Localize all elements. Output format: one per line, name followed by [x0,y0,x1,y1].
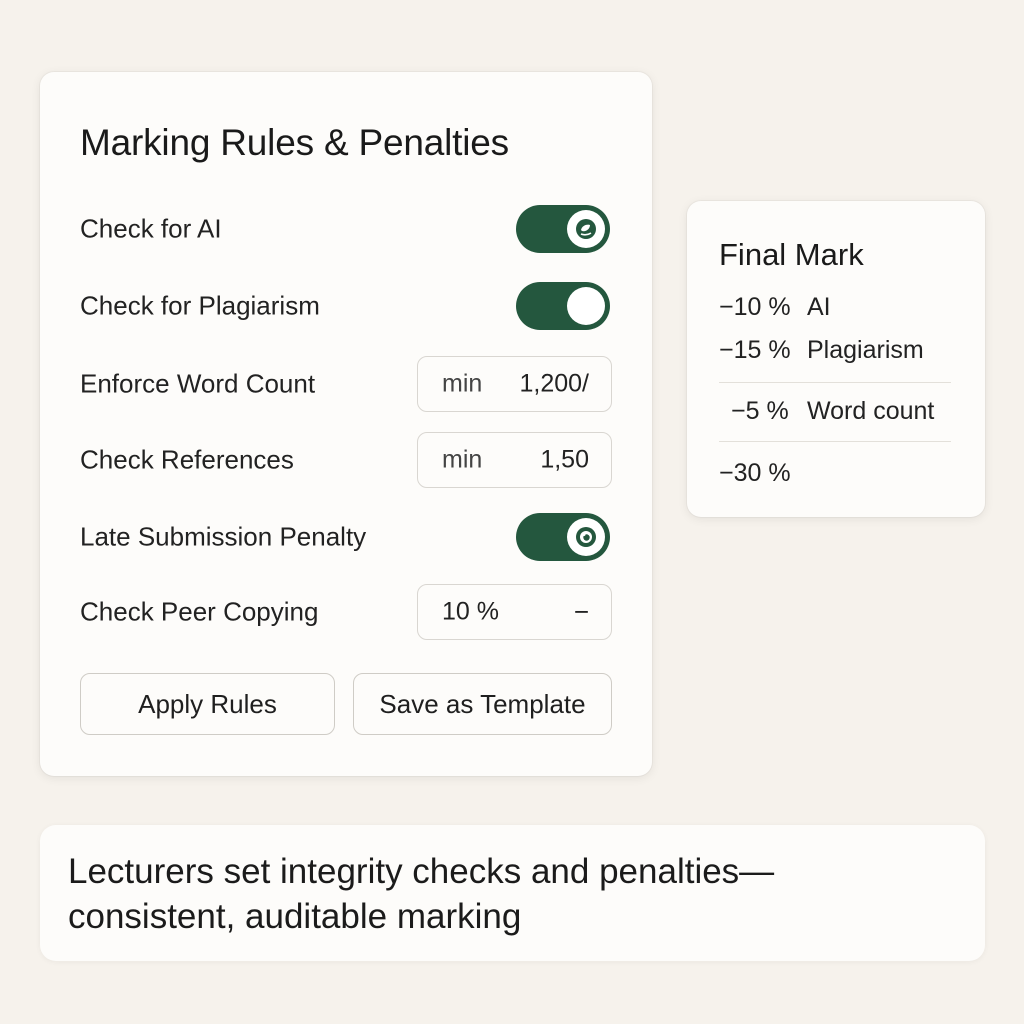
decrement-button[interactable]: − [574,597,589,628]
caption-line: consistent, auditable marking [68,897,522,936]
rule-row-ai: Check for AI [80,199,612,259]
late-penalty-toggle[interactable] [516,513,610,561]
rule-label-references: Check References [80,444,294,475]
penalty-value: −15 % [719,336,791,364]
marking-rules-panel: Marking Rules & Penalties Check for AI C… [40,72,652,776]
caption-banner: Lecturers set integrity checks and penal… [40,825,985,961]
penalty-label: AI [807,293,831,321]
rule-label-word-count: Enforce Word Count [80,368,316,399]
word-count-value: 1,200/ [519,369,589,398]
toggle-knob [567,518,605,556]
toggle-knob [567,210,605,248]
final-mark-panel: Final Mark −10 % AI −15 % Plagiarism −5 … [687,201,985,517]
caption-line: Lecturers set integrity checks and penal… [68,852,775,891]
rule-row-late-submission: Late Submission Penalty [80,507,612,567]
rule-label-plagiarism: Check for Plagiarism [80,290,320,321]
plagiarism-check-toggle[interactable] [516,282,610,330]
eye-icon [576,527,596,547]
penalty-label: Word count [807,397,935,425]
rule-row-plagiarism: Check for Plagiarism [80,276,612,336]
toggle-knob [567,287,605,325]
penalty-value: −10 % [719,293,791,321]
divider [719,441,951,442]
rule-row-peer-copying: Check Peer Copying 10 % − [80,582,612,642]
ai-check-toggle[interactable] [516,205,610,253]
apply-rules-button[interactable]: Apply Rules [80,673,335,735]
peer-copying-stepper[interactable]: 10 % − [417,584,612,640]
peer-copying-value: 10 % [442,597,499,626]
caption-text: Lecturers set integrity checks and penal… [68,849,948,939]
rule-label-late-submission: Late Submission Penalty [80,521,367,552]
rule-label-peer-copying: Check Peer Copying [80,596,319,627]
panel-title: Marking Rules & Penalties [80,122,509,163]
references-value: 1,50 [540,445,589,474]
penalty-label: Plagiarism [807,336,924,364]
divider [719,382,951,383]
penalty-value: −5 % [731,397,789,425]
rule-row-references: Check References min 1,50 [80,430,612,490]
total-value: −30 % [719,459,791,487]
input-prefix: min [442,445,483,474]
rule-row-word-count: Enforce Word Count min 1,200/ [80,354,612,414]
rule-label-ai: Check for AI [80,213,222,244]
save-template-button[interactable]: Save as Template [353,673,612,735]
input-prefix: min [442,369,483,398]
leaf-icon [576,219,596,239]
word-count-input[interactable]: min 1,200/ [417,356,612,412]
references-input[interactable]: min 1,50 [417,432,612,488]
final-mark-title: Final Mark [719,237,864,272]
